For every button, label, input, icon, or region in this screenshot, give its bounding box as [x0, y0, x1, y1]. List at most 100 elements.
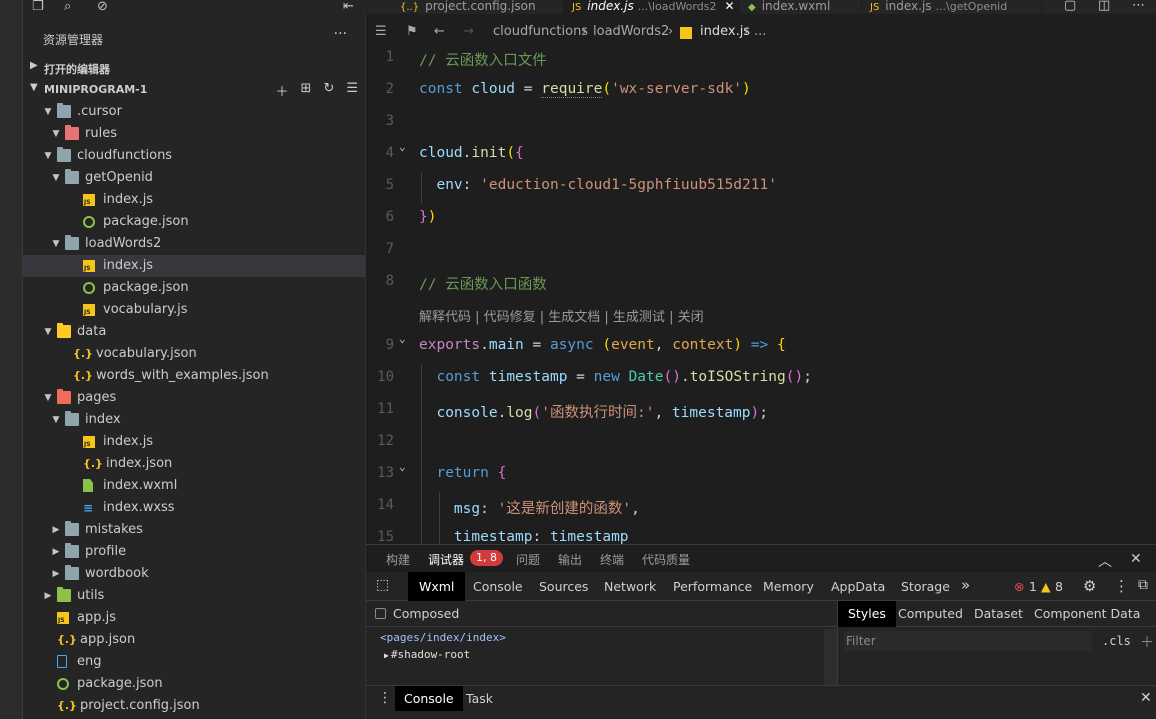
tree-folder[interactable]: ▶ profile	[23, 541, 365, 563]
devtools-tab-sources[interactable]: Sources	[539, 579, 588, 594]
tree-file[interactable]: {.} project.config.json	[23, 695, 365, 717]
styles-filter-input[interactable]	[844, 631, 1092, 651]
chevron-right-icon[interactable]: ▶	[51, 563, 61, 585]
tree-folder[interactable]: ▼ rules	[23, 123, 365, 145]
breadcrumb-item[interactable]: cloudfunctions	[493, 24, 588, 39]
tab-styles[interactable]: Styles	[838, 601, 896, 627]
tree-file[interactable]: package.json	[23, 211, 365, 233]
chevron-down-icon[interactable]: ▼	[43, 321, 53, 343]
tab-index-wxml[interactable]: ◆ index.wxml	[740, 0, 862, 14]
code-editor[interactable]: 1 2 3 4 5 6 7 8 9 10 11 12 13 14 15 ⌄ ⌄ ⌄ // 云函数入口文件 c…	[366, 44, 1156, 544]
chevron-down-icon[interactable]: ▼	[43, 145, 53, 167]
chevron-down-icon[interactable]: ▼	[43, 387, 53, 409]
tab-index-js-loadwords2[interactable]: JS index.js ...\loadWords2 ✕	[564, 0, 740, 14]
project-section[interactable]: ▼ MINIPROGRAM-1 ＋ ⊞ ↻ ☰	[23, 79, 365, 101]
tree-file[interactable]: JS index.js	[23, 255, 365, 277]
chevron-right-icon[interactable]: ▶	[43, 585, 53, 607]
refresh-icon[interactable]: ↻	[323, 81, 334, 100]
tree-file[interactable]: ≡ index.wxss	[23, 497, 365, 519]
tree-file[interactable]: {.} vocabulary.json	[23, 343, 365, 365]
tab-component-data[interactable]: Component Data	[1034, 606, 1140, 621]
devtools-tab-console[interactable]: Console	[473, 579, 523, 594]
error-count[interactable]: 1	[1029, 579, 1037, 594]
devtools-tab-memory[interactable]: Memory	[763, 579, 814, 594]
forward-icon[interactable]: →	[463, 24, 474, 39]
maximize-panel-icon[interactable]: ︿	[1098, 551, 1112, 571]
dom-node-shadow-root[interactable]: ▶ #shadow-root	[384, 648, 470, 661]
tab-terminal[interactable]: 终端	[600, 551, 624, 568]
debug-icon[interactable]: ⊘	[97, 0, 108, 14]
split-editor-icon[interactable]: ◫	[1098, 0, 1110, 13]
ai-codelens-actions[interactable]: 解释代码 | 代码修复 | 生成文档 | 生成测试 | 关闭	[419, 306, 704, 325]
tree-file[interactable]: JS index.js	[23, 189, 365, 211]
tab-debugger[interactable]: 调试器	[428, 551, 464, 568]
scrollbar[interactable]	[824, 629, 837, 685]
tree-file[interactable]: {.} words_with_examples.json	[23, 365, 365, 387]
tree-file[interactable]: JS vocabulary.js	[23, 299, 365, 321]
tab-output[interactable]: 输出	[558, 551, 582, 568]
tab-computed[interactable]: Computed	[898, 606, 963, 621]
inspect-element-icon[interactable]: ⬚	[376, 577, 389, 593]
tree-file[interactable]: package.json	[23, 673, 365, 695]
breadcrumb-item[interactable]: index.js	[700, 24, 750, 39]
new-rule-icon[interactable]: ＋	[1140, 632, 1154, 652]
tab-build[interactable]: 构建	[386, 551, 410, 568]
chevron-down-icon[interactable]: ▼	[51, 123, 61, 145]
tree-folder[interactable]: ▼ pages	[23, 387, 365, 409]
tree-folder[interactable]: ▼ .cursor	[23, 101, 365, 123]
drawer-tab-console[interactable]: Console	[395, 686, 463, 712]
close-panel-icon[interactable]: ✕	[1130, 551, 1142, 567]
new-folder-icon[interactable]: ⊞	[301, 81, 312, 100]
drawer-tab-task[interactable]: Task	[466, 691, 493, 706]
cls-toggle-button[interactable]: .cls	[1102, 634, 1131, 648]
tree-folder[interactable]: ▶ utils	[23, 585, 365, 607]
warning-count[interactable]: 8	[1055, 579, 1063, 594]
close-icon[interactable]: ✕	[724, 0, 734, 13]
tab-project-config[interactable]: {..} project.config.json	[392, 0, 564, 14]
composed-checkbox[interactable]	[375, 608, 386, 619]
kebab-menu-icon[interactable]: ⋮	[1114, 577, 1129, 595]
tree-folder[interactable]: ▼ cloudfunctions	[23, 145, 365, 167]
search-icon[interactable]: ⌕	[64, 0, 71, 14]
devtools-tab-network[interactable]: Network	[604, 579, 656, 594]
tab-dataset[interactable]: Dataset	[974, 606, 1023, 621]
open-editors-section[interactable]: ▶ 打开的编辑器	[23, 57, 365, 79]
chevron-down-icon[interactable]: ▼	[51, 233, 61, 255]
devtools-tab-appdata[interactable]: AppData	[831, 579, 885, 594]
explorer-icon[interactable]: ❐	[32, 0, 44, 14]
back-icon[interactable]: ←	[434, 24, 445, 39]
devtools-tab-performance[interactable]: Performance	[673, 579, 752, 594]
dock-icon[interactable]: ⧉	[1138, 577, 1148, 593]
tree-folder[interactable]: ▼ index	[23, 409, 365, 431]
tree-file[interactable]: {.} index.json	[23, 453, 365, 475]
new-file-icon[interactable]: ＋	[276, 81, 289, 100]
tree-folder[interactable]: ▼ loadWords2	[23, 233, 365, 255]
tab-code-quality[interactable]: 代码质量	[642, 551, 690, 568]
chevron-down-icon[interactable]: ▼	[51, 167, 61, 189]
tree-file[interactable]: JS index.js	[23, 431, 365, 453]
bookmark-icon[interactable]: ⚑	[406, 24, 418, 39]
more-actions-icon[interactable]: ⋯	[1132, 0, 1145, 13]
tree-file[interactable]: index.wxml	[23, 475, 365, 497]
fold-chevron-icon[interactable]: ⌄	[399, 332, 406, 345]
devtools-tab-wxml[interactable]: Wxml	[408, 572, 466, 601]
tab-problems[interactable]: 问题	[516, 551, 540, 568]
tree-file[interactable]: {.} app.json	[23, 629, 365, 651]
chevron-down-icon[interactable]: ▼	[43, 101, 53, 123]
tree-folder[interactable]: ▼ getOpenid	[23, 167, 365, 189]
tree-file[interactable]: package.json	[23, 277, 365, 299]
chevron-right-icon[interactable]: ▶	[51, 519, 61, 541]
close-drawer-icon[interactable]: ✕	[1140, 690, 1152, 706]
more-tabs-icon[interactable]: »	[961, 576, 970, 594]
gear-icon[interactable]: ⚙	[1083, 577, 1096, 595]
breadcrumb-item[interactable]: loadWords2	[593, 24, 669, 39]
chevron-right-icon[interactable]: ▶	[51, 541, 61, 563]
tree-folder[interactable]: ▶ mistakes	[23, 519, 365, 541]
more-actions-icon[interactable]: ···	[334, 26, 347, 42]
tree-folder[interactable]: ▶ wordbook	[23, 563, 365, 585]
tree-folder[interactable]: ▼ data	[23, 321, 365, 343]
devtools-tab-storage[interactable]: Storage	[901, 579, 950, 594]
tab-index-js-getopenid[interactable]: JS index.js ...\getOpenid	[862, 0, 1042, 14]
outline-icon[interactable]: ☰	[375, 24, 387, 39]
comment-icon[interactable]: ▢	[1064, 0, 1076, 13]
